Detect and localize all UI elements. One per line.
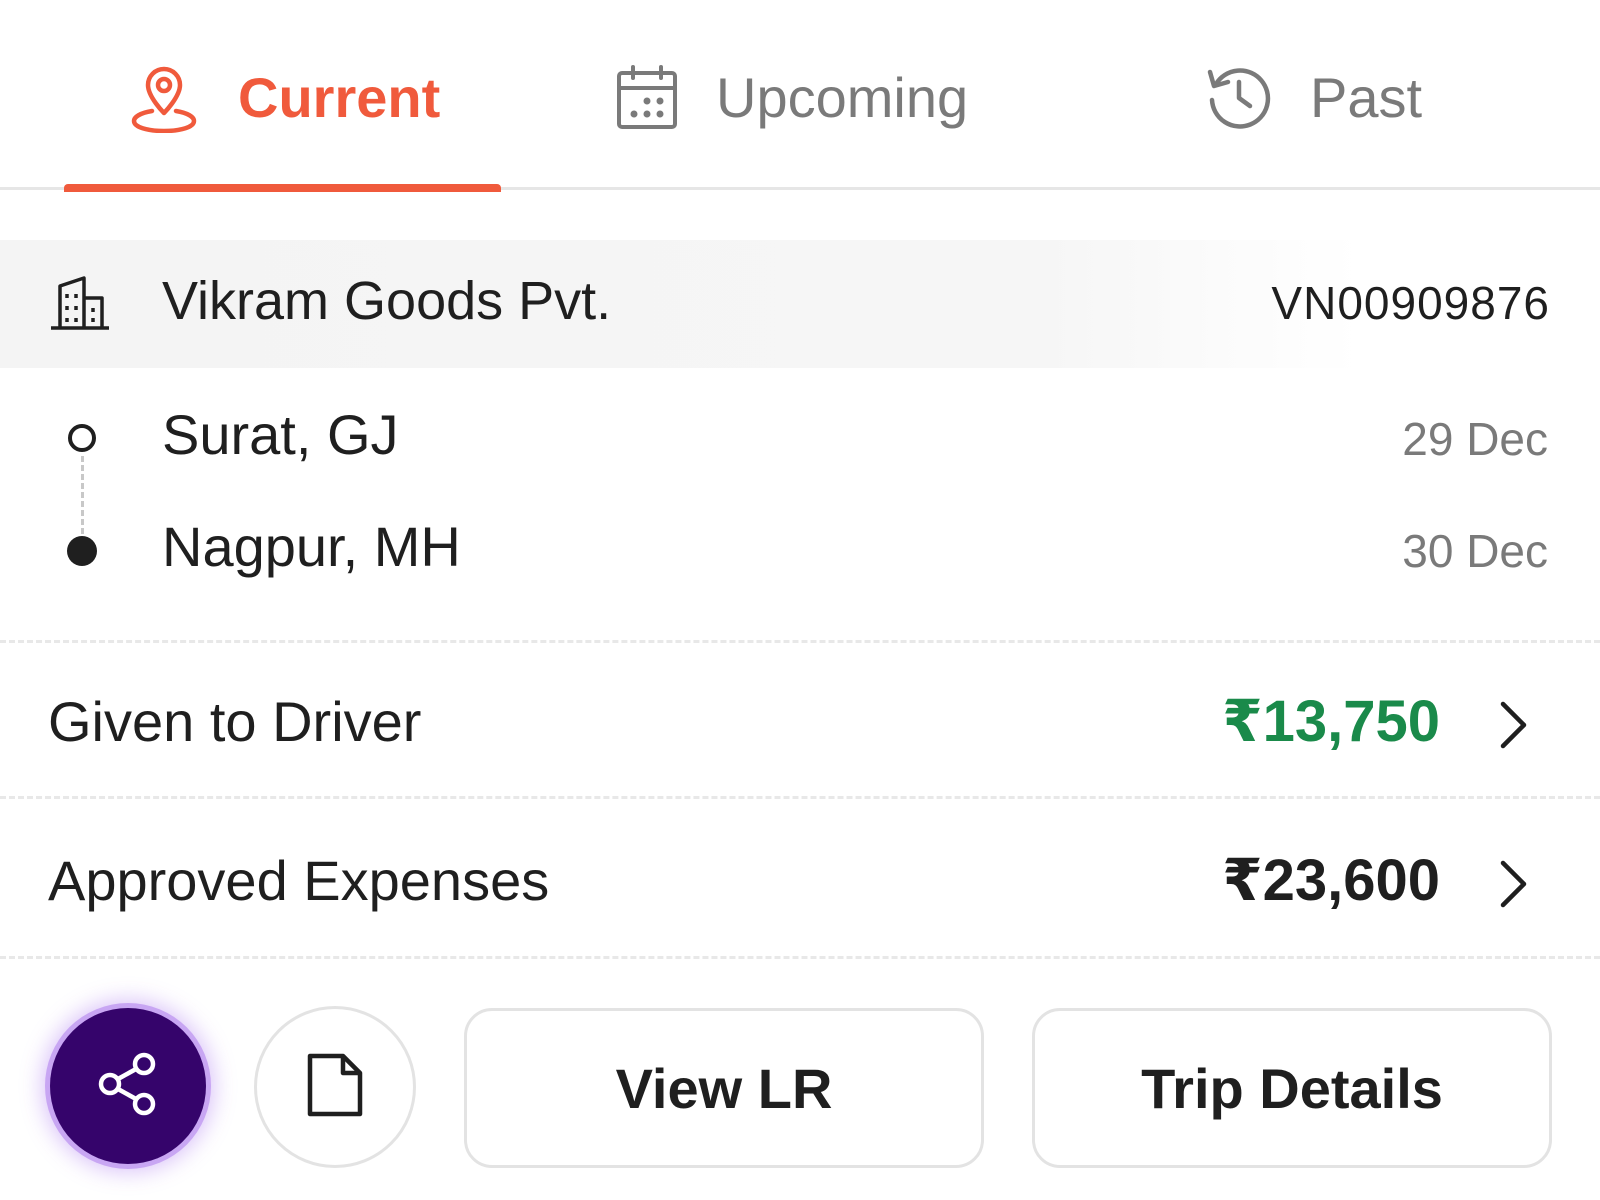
divider xyxy=(0,796,1600,799)
vehicle-number: VN00909876 xyxy=(1271,277,1550,329)
tab-current-label: Current xyxy=(238,65,441,129)
chevron-right-icon xyxy=(1498,701,1528,754)
destination-dot xyxy=(67,536,97,566)
calendar-icon xyxy=(616,64,678,130)
trip-details-button[interactable]: Trip Details xyxy=(1032,1008,1552,1168)
view-lr-button[interactable]: View LR xyxy=(464,1008,984,1168)
trip-tabs: Current Upcoming Past xyxy=(0,0,1600,190)
chevron-right-icon xyxy=(1498,860,1528,913)
approved-expenses-row[interactable]: Approved Expenses ₹23,600 xyxy=(0,804,1600,954)
tab-current[interactable]: Current xyxy=(128,52,440,142)
origin-dot xyxy=(68,424,96,452)
approved-expenses-label: Approved Expenses xyxy=(48,849,550,912)
tab-upcoming[interactable]: Upcoming xyxy=(616,52,968,142)
given-to-driver-row[interactable]: Given to Driver ₹13,750 xyxy=(0,645,1600,795)
company-name: Vikram Goods Pvt. xyxy=(162,271,612,331)
company-row: Vikram Goods Pvt. VN00909876 xyxy=(0,240,1600,368)
building-icon xyxy=(50,276,110,335)
given-to-driver-amount: ₹13,750 xyxy=(1222,689,1440,754)
destination-place: Nagpur, MH xyxy=(162,515,461,578)
divider xyxy=(0,956,1600,959)
share-button[interactable] xyxy=(50,1008,206,1164)
route-connector xyxy=(81,456,84,534)
destination-date: 30 Dec xyxy=(1402,525,1548,577)
divider xyxy=(0,640,1600,643)
given-to-driver-label: Given to Driver xyxy=(48,690,422,753)
tab-upcoming-label: Upcoming xyxy=(716,65,969,129)
tab-past[interactable]: Past xyxy=(1206,52,1422,142)
origin-date: 29 Dec xyxy=(1402,413,1548,465)
document-icon xyxy=(307,1053,363,1122)
tab-past-label: Past xyxy=(1310,65,1423,129)
origin-place: Surat, GJ xyxy=(162,403,399,466)
approved-expenses-amount: ₹23,600 xyxy=(1222,848,1440,913)
history-icon xyxy=(1206,64,1272,130)
share-icon xyxy=(96,1050,160,1123)
active-tab-indicator xyxy=(64,184,501,192)
document-button[interactable] xyxy=(254,1006,416,1168)
route-section: Surat, GJ 29 Dec Nagpur, MH 30 Dec xyxy=(0,390,1600,620)
location-pin-icon xyxy=(128,61,200,133)
trip-card: Current Upcoming Past Vikram Goods Pvt. … xyxy=(0,0,1600,1200)
